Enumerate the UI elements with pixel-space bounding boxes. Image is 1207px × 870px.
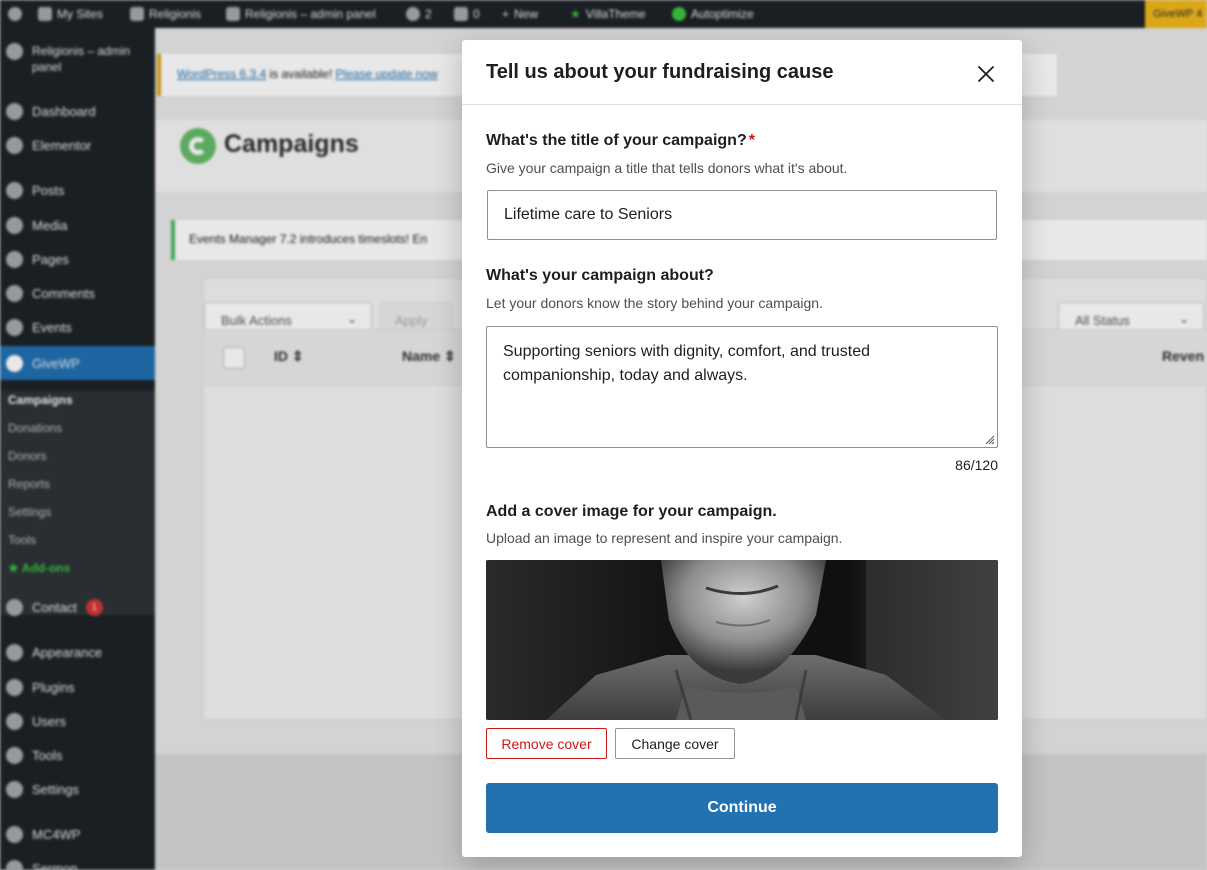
required-mark: * [748,132,755,149]
cover-image-label: Add a cover image for your campaign. [486,503,777,520]
campaign-description-wrapper: Supporting seniors with dignity, comfort… [486,326,998,448]
close-button[interactable] [970,58,1002,90]
modal-title: Tell us about your fundraising cause [486,61,834,83]
campaign-description-textarea[interactable]: Supporting seniors with dignity, comfort… [487,327,997,447]
campaign-title-label: What's the title of your campaign? * [486,132,755,149]
campaign-description-label: What's your campaign about? [486,267,714,284]
campaign-title-help: Give your campaign a title that tells do… [486,160,848,176]
cover-image-preview [486,560,998,720]
modal-header: Tell us about your fundraising cause [462,40,1022,105]
change-cover-button[interactable]: Change cover [615,728,735,759]
close-icon [978,66,994,82]
resize-handle-icon[interactable] [983,433,995,445]
cover-photo [486,560,998,720]
cover-image-help: Upload an image to represent and inspire… [486,530,843,546]
continue-button[interactable]: Continue [486,783,998,833]
character-count: 86/120 [955,457,998,473]
campaign-title-input[interactable] [487,190,997,240]
campaign-description-help: Let your donors know the story behind yo… [486,295,823,311]
campaign-modal: Tell us about your fundraising cause Wha… [462,40,1022,857]
remove-cover-button[interactable]: Remove cover [486,728,607,759]
